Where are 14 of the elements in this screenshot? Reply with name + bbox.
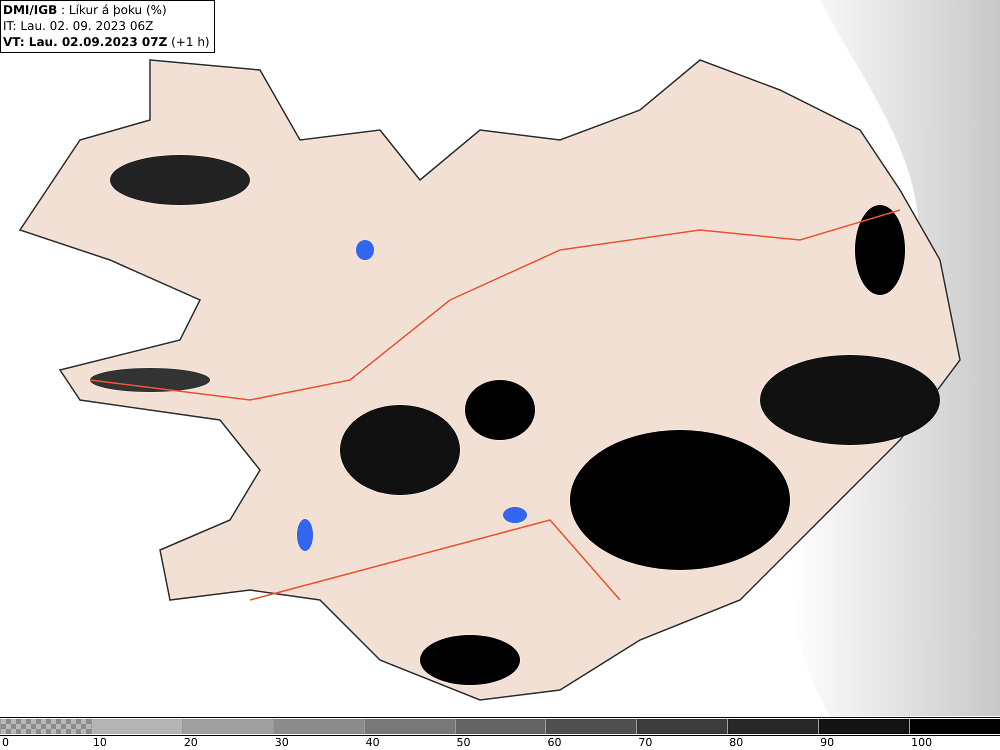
legend-tick-label: 0 bbox=[1, 735, 10, 750]
legend-tick-label: 40 bbox=[364, 735, 381, 750]
valid-time: VT: Lau. 02.09.2023 07Z (+1 h) bbox=[3, 34, 210, 50]
map-title: DMI/IGB : Líkur á þoku (%) bbox=[3, 2, 168, 18]
legend-tick-label: 90 bbox=[819, 735, 836, 750]
legend-tick-label: 20 bbox=[182, 735, 199, 750]
legend-tick-label: 30 bbox=[274, 735, 290, 750]
legend-tick-label: 100 bbox=[910, 735, 934, 750]
legend-tick-label: 60 bbox=[546, 735, 562, 750]
init-time: IT: Lau. 02. 09. 2023 06Z bbox=[3, 18, 154, 34]
legend-tick-label: 70 bbox=[637, 735, 654, 750]
legend-tick-label: 50 bbox=[456, 735, 472, 750]
legend-tick-label: 80 bbox=[728, 735, 744, 750]
legend-tick-label: 10 bbox=[92, 735, 108, 750]
